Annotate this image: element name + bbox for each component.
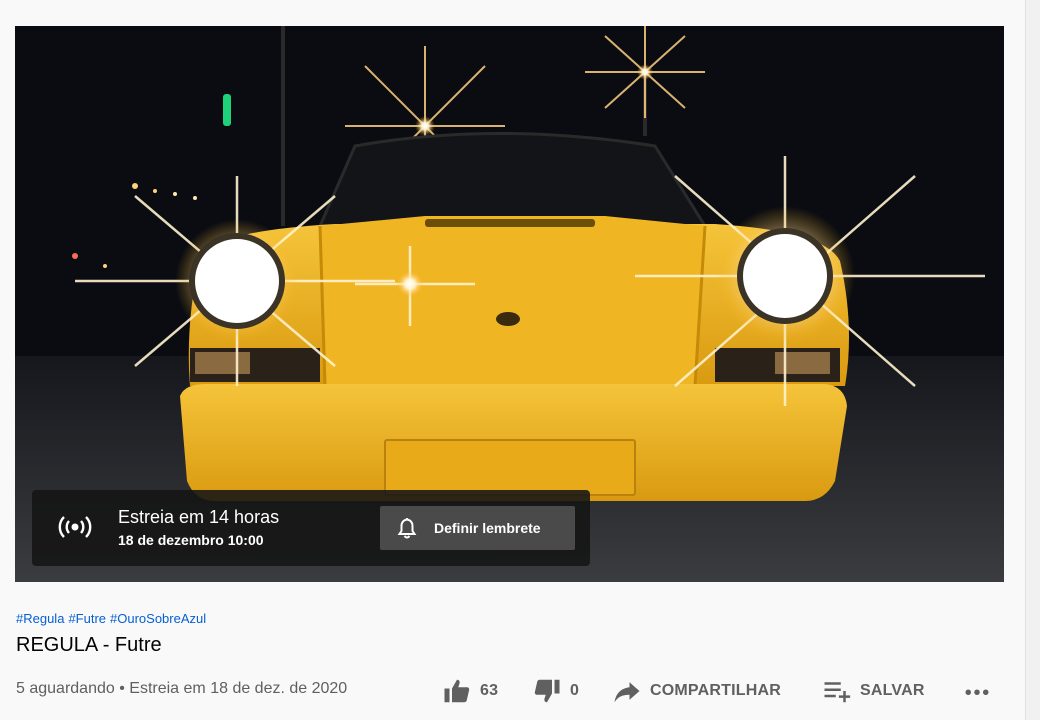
save-button[interactable]: SALVAR	[822, 676, 925, 706]
share-button[interactable]: COMPARTILHAR	[612, 676, 781, 706]
bell-icon	[397, 517, 417, 539]
video-thumbnail[interactable]: Estreia em 14 horas 18 de dezembro 10:00…	[15, 26, 1004, 582]
hashtag-link[interactable]: #Futre	[68, 611, 106, 626]
more-actions-button[interactable]	[962, 676, 992, 706]
premiere-date: 18 de dezembro 10:00	[118, 532, 264, 548]
premiere-countdown: Estreia em 14 horas	[118, 507, 280, 527]
thumbs-down-icon	[534, 679, 560, 703]
save-label: SALVAR	[860, 682, 925, 699]
hashtag-list: #Regula #Futre #OuroSobreAzul	[16, 611, 210, 626]
hashtag-link[interactable]: #Regula	[16, 611, 64, 626]
more-horizontal-icon	[965, 689, 989, 695]
waiting-count: 5 aguardando	[16, 680, 115, 697]
set-reminder-button[interactable]: Definir lembrete	[380, 506, 575, 550]
share-arrow-icon	[614, 682, 640, 703]
premiere-date-text: Estreia em 18 de dez. de 2020	[129, 680, 348, 697]
page-scrollbar[interactable]	[1025, 0, 1040, 720]
dislike-count: 0	[570, 682, 580, 699]
thumbs-up-icon	[444, 679, 470, 703]
video-title: REGULA - Futre	[16, 634, 162, 656]
video-meta: 5 aguardando • Estreia em 18 de dez. de …	[16, 680, 347, 698]
playlist-add-icon	[824, 682, 851, 703]
live-broadcast-icon	[58, 516, 92, 538]
premiere-banner: Estreia em 14 horas 18 de dezembro 10:00…	[32, 490, 590, 566]
share-label: COMPARTILHAR	[650, 682, 781, 699]
like-button[interactable]: 63	[442, 676, 498, 706]
set-reminder-label: Definir lembrete	[434, 520, 541, 536]
dislike-button[interactable]: 0	[532, 676, 579, 706]
meta-separator: •	[119, 680, 125, 697]
hashtag-link[interactable]: #OuroSobreAzul	[110, 611, 206, 626]
like-count: 63	[480, 682, 499, 699]
